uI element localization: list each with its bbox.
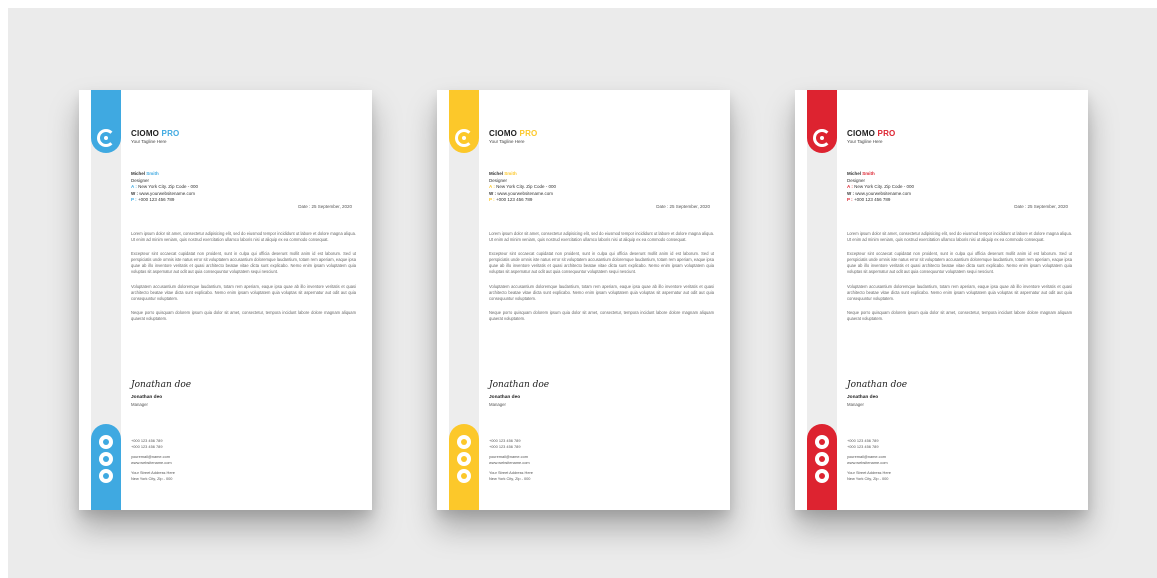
mail-icon xyxy=(815,452,829,466)
signature: Jonathan doe xyxy=(489,380,550,390)
contact-block: +000 123 456 789 +000 123 456 789 yourema… xyxy=(847,438,891,482)
signer-role: Manager xyxy=(131,402,148,407)
phone-icon xyxy=(457,435,471,449)
letterhead-yellow: CIOMO PRO Your Tagline Here Michel Smith… xyxy=(437,90,730,510)
paragraph: Voluptatem accusantium doloremque laudan… xyxy=(489,283,714,301)
sender-block: Michel Smith Designer A : New York City.… xyxy=(131,171,199,203)
paragraph: Voluptatem accusantium doloremque laudan… xyxy=(847,283,1072,301)
paragraph: Lorem ipsum dolor sit amet, consectetur … xyxy=(847,231,1072,243)
signature: Jonathan doe xyxy=(847,380,908,390)
signer-role: Manager xyxy=(489,402,506,407)
letter-date: Date : 25 September, 2020 xyxy=(298,204,352,209)
paragraph: Excepteur sint occaecat cupidatat non pr… xyxy=(847,251,1072,275)
sender-role: Designer xyxy=(847,177,866,183)
mail-icon xyxy=(457,452,471,466)
logo-icon xyxy=(449,123,479,153)
mail-icon xyxy=(99,452,113,466)
signer-name: Jonathan deo xyxy=(489,395,521,400)
letterhead-blue: CIOMO PRO Your Tagline Here Michel Smith… xyxy=(79,90,372,510)
letter-date: Date : 25 September, 2020 xyxy=(1014,204,1068,209)
paragraph: Neque porro quisquam dolorem ipsum quia … xyxy=(847,309,1072,321)
paragraph: Excepteur sint occaecat cupidatat non pr… xyxy=(131,251,356,275)
mockup-background: CIOMO PRO Your Tagline Here Michel Smith… xyxy=(8,8,1157,578)
sender-block: Michel Smith Designer A : New York City.… xyxy=(847,171,915,203)
signer-name: Jonathan deo xyxy=(131,395,163,400)
location-icon xyxy=(99,469,113,483)
letterhead-red: CIOMO PRO Your Tagline Here Michel Smith… xyxy=(795,90,1088,510)
brand-name: CIOMO PRO xyxy=(489,129,538,138)
tagline: Your Tagline Here xyxy=(489,139,525,144)
location-icon xyxy=(815,469,829,483)
brand-name: CIOMO PRO xyxy=(847,129,896,138)
sender-block: Michel Smith Designer A : New York City.… xyxy=(489,171,557,203)
letter-body: Lorem ipsum dolor sit amet, consectetur … xyxy=(131,231,356,330)
signer-role: Manager xyxy=(847,402,864,407)
contact-block: +000 123 456 789 +000 123 456 789 yourema… xyxy=(131,438,175,482)
letter-date: Date : 25 September, 2020 xyxy=(656,204,710,209)
letter-body: Lorem ipsum dolor sit amet, consectetur … xyxy=(489,231,714,330)
tagline: Your Tagline Here xyxy=(131,139,167,144)
phone-icon xyxy=(99,435,113,449)
sender-role: Designer xyxy=(489,177,508,183)
paragraph: Neque porro quisquam dolorem ipsum quia … xyxy=(489,309,714,321)
phone-icon xyxy=(815,435,829,449)
letter-body: Lorem ipsum dolor sit amet, consectetur … xyxy=(847,231,1072,330)
brand-name: CIOMO PRO xyxy=(131,129,180,138)
signer-name: Jonathan deo xyxy=(847,395,879,400)
logo-icon xyxy=(807,123,837,153)
paragraph: Lorem ipsum dolor sit amet, consectetur … xyxy=(131,231,356,243)
paragraph: Lorem ipsum dolor sit amet, consectetur … xyxy=(489,231,714,243)
logo-icon xyxy=(91,123,121,153)
contact-block: +000 123 456 789 +000 123 456 789 yourema… xyxy=(489,438,533,482)
sender-role: Designer xyxy=(131,177,150,183)
paragraph: Excepteur sint occaecat cupidatat non pr… xyxy=(489,251,714,275)
paragraph: Voluptatem accusantium doloremque laudan… xyxy=(131,283,356,301)
location-icon xyxy=(457,469,471,483)
signature: Jonathan doe xyxy=(131,380,192,390)
tagline: Your Tagline Here xyxy=(847,139,883,144)
paragraph: Neque porro quisquam dolorem ipsum quia … xyxy=(131,309,356,321)
